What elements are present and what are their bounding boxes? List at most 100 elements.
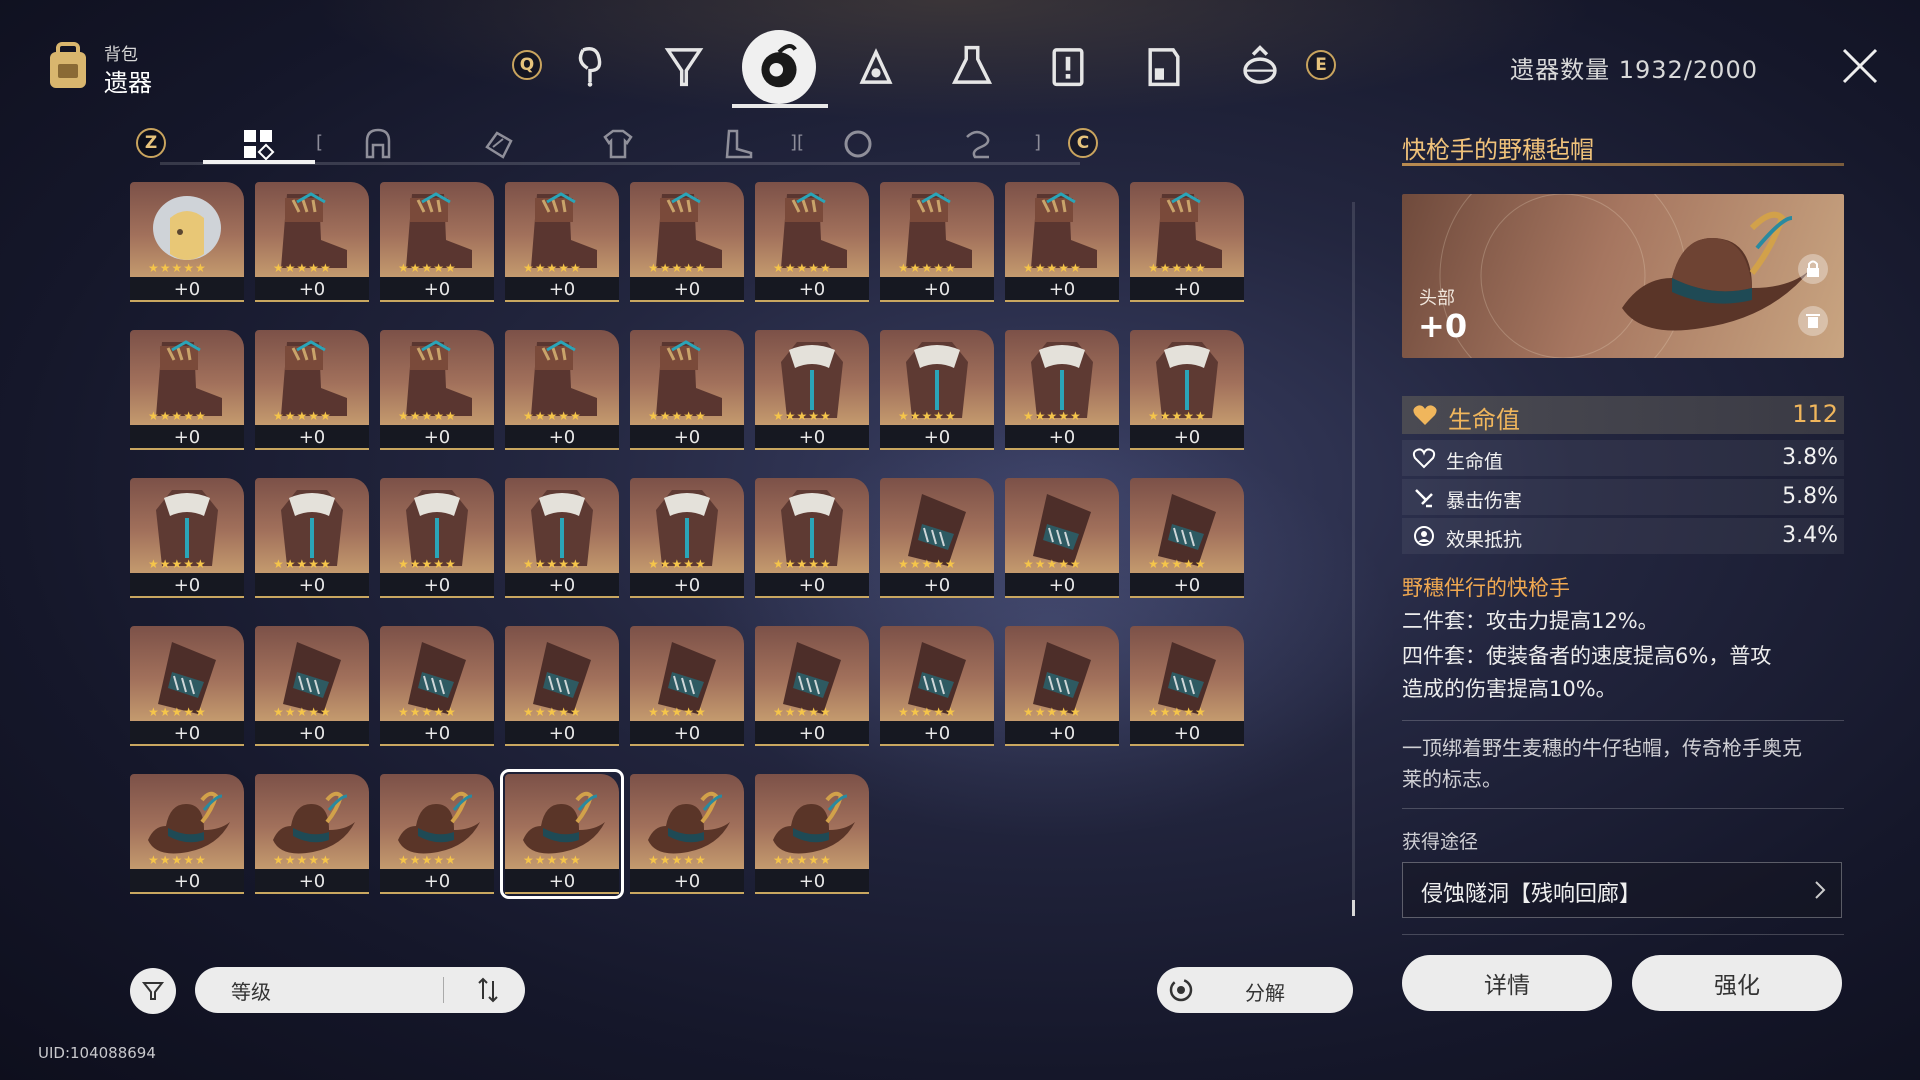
- relic-card[interactable]: ★★★★★ +0: [755, 626, 869, 746]
- category-upgrade[interactable]: [848, 38, 904, 94]
- relic-card[interactable]: ★★★★★ +0: [130, 182, 244, 302]
- rarity-stars: ★★★★★: [898, 557, 957, 571]
- relic-card[interactable]: ★★★★★ +0: [1130, 182, 1244, 302]
- relic-card[interactable]: ★★★★★ +0: [755, 478, 869, 598]
- relic-card[interactable]: ★★★★★ +0: [880, 478, 994, 598]
- rarity-stars: ★★★★★: [148, 409, 207, 423]
- relic-level-label: +0: [505, 869, 619, 894]
- relic-card[interactable]: ★★★★★ +0: [630, 478, 744, 598]
- relic-card[interactable]: ★★★★★ +0: [380, 478, 494, 598]
- relic-level-label: +0: [755, 721, 869, 746]
- relic-level-label: +0: [1005, 721, 1119, 746]
- relic-card[interactable]: ★★★★★ +0: [505, 478, 619, 598]
- relic-card[interactable]: ★★★★★ +0: [755, 774, 869, 894]
- tab-sphere[interactable]: [828, 124, 888, 164]
- uid-label: UID:104088694: [38, 1044, 156, 1062]
- relic-card[interactable]: ★★★★★ +0: [255, 774, 369, 894]
- scrollbar-track[interactable]: [1352, 202, 1355, 914]
- relic-card[interactable]: ★★★★★ +0: [255, 182, 369, 302]
- relic-card[interactable]: ★★★★★ +0: [880, 182, 994, 302]
- rarity-stars: ★★★★★: [1023, 705, 1082, 719]
- main-stat: 生命值 112: [1402, 396, 1844, 434]
- category-light-cone[interactable]: [656, 38, 712, 94]
- relic-card[interactable]: ★★★★★ +0: [130, 626, 244, 746]
- rarity-stars: ★★★★★: [898, 705, 957, 719]
- rarity-stars: ★★★★★: [648, 261, 707, 275]
- relic-card[interactable]: ★★★★★ +0: [505, 182, 619, 302]
- lock-button[interactable]: [1798, 254, 1828, 284]
- relic-card[interactable]: ★★★★★ +0: [630, 626, 744, 746]
- relic-card[interactable]: ★★★★★ +0: [1005, 182, 1119, 302]
- salvage-button[interactable]: 分解: [1157, 967, 1353, 1013]
- category-other[interactable]: [1232, 38, 1288, 94]
- relic-card[interactable]: ★★★★★ +0: [380, 626, 494, 746]
- discard-button[interactable]: [1798, 306, 1828, 336]
- tab-head[interactable]: [348, 124, 408, 164]
- details-button[interactable]: 详情: [1402, 955, 1612, 1011]
- scrollbar-thumb[interactable]: [1352, 900, 1355, 916]
- category-relics[interactable]: [742, 30, 816, 104]
- relic-card[interactable]: ★★★★★ +0: [255, 626, 369, 746]
- relic-card[interactable]: ★★★★★ +0: [1130, 478, 1244, 598]
- relic-card[interactable]: ★★★★★ +0: [1005, 478, 1119, 598]
- source-link[interactable]: 侵蚀隧洞【残响回廊】: [1402, 862, 1842, 918]
- close-button[interactable]: [1840, 46, 1880, 86]
- tab-body[interactable]: [588, 124, 648, 164]
- relic-card[interactable]: ★★★★★ +0: [755, 182, 869, 302]
- relic-level-label: +0: [130, 277, 244, 302]
- rarity-stars: ★★★★★: [273, 409, 332, 423]
- relic-card[interactable]: ★★★★★ +0: [630, 330, 744, 450]
- category-trailblaze[interactable]: [562, 38, 618, 94]
- relic-card[interactable]: ★★★★★ +0: [755, 330, 869, 450]
- relic-name: 快枪手的野穗毡帽: [1402, 136, 1594, 164]
- relic-card[interactable]: ★★★★★ +0: [255, 330, 369, 450]
- relic-card[interactable]: ★★★★★ +0: [380, 182, 494, 302]
- relic-level-label: +0: [255, 425, 369, 450]
- relic-card[interactable]: ★★★★★ +0: [880, 330, 994, 450]
- filter-button[interactable]: [130, 968, 176, 1014]
- relic-card[interactable]: ★★★★★ +0: [1130, 330, 1244, 450]
- relic-card[interactable]: ★★★★★ +0: [380, 330, 494, 450]
- sort-dropdown[interactable]: 等级: [195, 967, 525, 1013]
- relic-glove-image: ★★★★★: [1130, 626, 1244, 721]
- next-slot-key[interactable]: C: [1068, 128, 1098, 158]
- relic-card[interactable]: ★★★★★ +0: [255, 478, 369, 598]
- relic-card[interactable]: ★★★★★ +0: [630, 774, 744, 894]
- lock-icon: [1807, 260, 1819, 277]
- tab-rope[interactable]: [948, 124, 1008, 164]
- relic-card[interactable]: ★★★★★ +0: [380, 774, 494, 894]
- set-bonus-2pc: 二件套：攻击力提高12%。: [1402, 609, 1659, 633]
- rarity-stars: ★★★★★: [648, 853, 707, 867]
- relic-card[interactable]: ★★★★★ +0: [500, 769, 624, 899]
- prev-slot-key[interactable]: Z: [136, 128, 166, 158]
- tab-all[interactable]: [228, 124, 288, 164]
- prev-category-key[interactable]: Q: [512, 50, 542, 80]
- relic-card[interactable]: ★★★★★ +0: [505, 626, 619, 746]
- tab-hands[interactable]: [468, 124, 528, 164]
- sort-order-icon[interactable]: [473, 975, 503, 1005]
- relic-card[interactable]: ★★★★★ +0: [130, 330, 244, 450]
- relic-card[interactable]: ★★★★★ +0: [1005, 626, 1119, 746]
- category-valuables[interactable]: [1136, 38, 1192, 94]
- relic-card[interactable]: ★★★★★ +0: [880, 626, 994, 746]
- sub-stat-value: 3.4%: [1782, 523, 1838, 548]
- relic-coat-image: ★★★★★: [755, 478, 869, 573]
- relic-glove-image: ★★★★★: [505, 626, 619, 721]
- relic-card[interactable]: ★★★★★ +0: [505, 330, 619, 450]
- tab-feet[interactable]: [708, 124, 768, 164]
- rarity-stars: ★★★★★: [273, 853, 332, 867]
- relic-card[interactable]: ★★★★★ +0: [130, 478, 244, 598]
- enhance-button[interactable]: 强化: [1632, 955, 1842, 1011]
- next-category-key[interactable]: E: [1306, 50, 1336, 80]
- rarity-stars: ★★★★★: [1023, 557, 1082, 571]
- category-missions[interactable]: [1040, 38, 1096, 94]
- relic-level-label: +0: [255, 277, 369, 302]
- rarity-stars: ★★★★★: [523, 261, 582, 275]
- category-consumables[interactable]: [944, 38, 1000, 94]
- relic-card[interactable]: ★★★★★ +0: [1005, 330, 1119, 450]
- sub-stat-row: 效果抵抗 3.4%: [1402, 518, 1844, 554]
- sub-stat-name: 效果抵抗: [1446, 529, 1523, 551]
- relic-card[interactable]: ★★★★★ +0: [630, 182, 744, 302]
- relic-card[interactable]: ★★★★★ +0: [1130, 626, 1244, 746]
- relic-card[interactable]: ★★★★★ +0: [130, 774, 244, 894]
